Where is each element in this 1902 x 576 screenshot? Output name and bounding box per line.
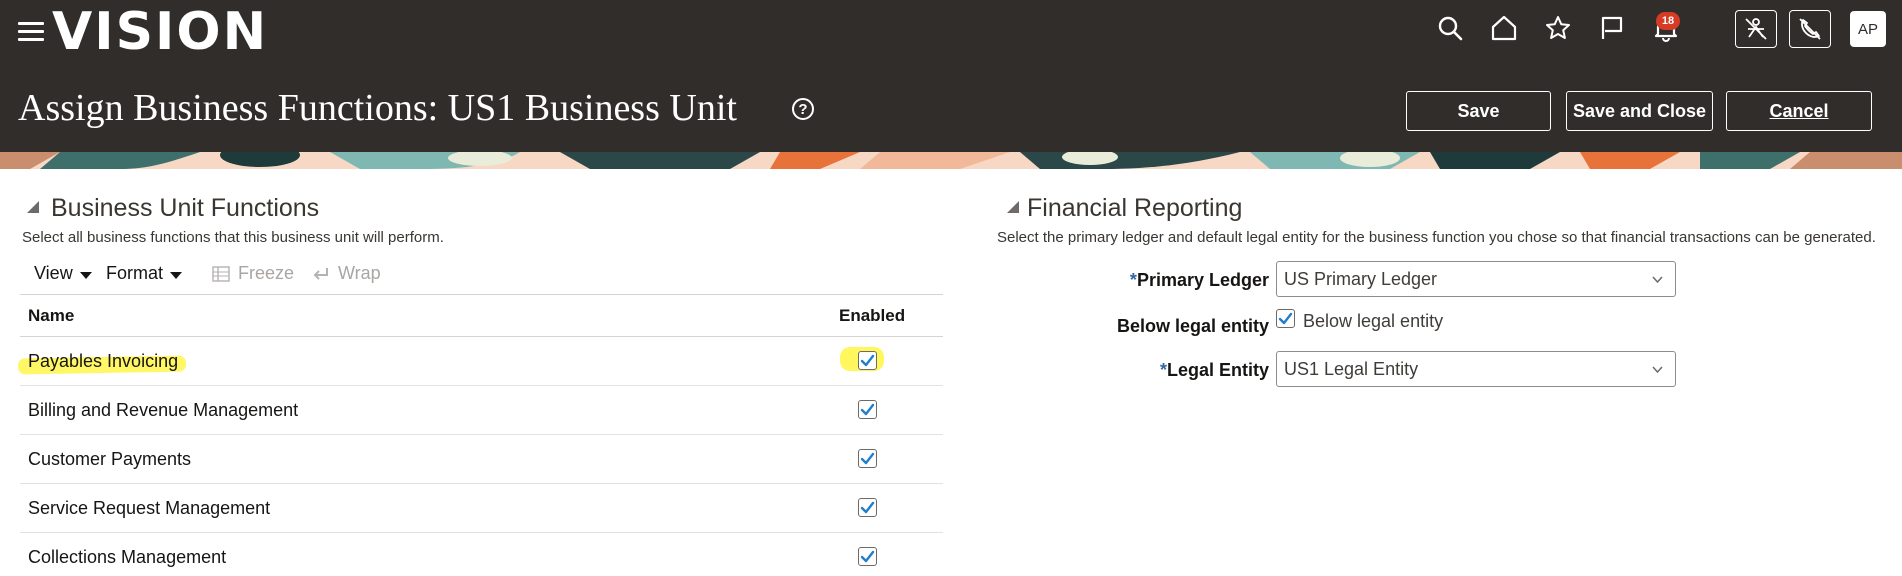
function-name: Service Request Management bbox=[28, 498, 271, 518]
table-row[interactable]: Billing and Revenue Management bbox=[20, 386, 943, 435]
business-unit-functions-title: Business Unit Functions bbox=[51, 194, 320, 222]
wrap-icon bbox=[313, 267, 328, 280]
business-unit-functions-description: Select all business functions that this … bbox=[22, 229, 444, 246]
primary-ledger-label-text: Primary Ledger bbox=[1136, 270, 1269, 290]
primary-ledger-select[interactable]: US Primary Ledger bbox=[1276, 261, 1676, 297]
chevron-down-icon bbox=[1652, 366, 1663, 374]
checkmark-icon bbox=[860, 452, 875, 465]
table-row[interactable]: Customer Payments bbox=[20, 435, 943, 484]
function-name: Customer Payments bbox=[28, 449, 192, 469]
save-and-close-button[interactable]: Save and Close bbox=[1566, 91, 1713, 131]
enabled-checkbox[interactable] bbox=[858, 400, 877, 419]
legal-entity-label: *Legal Entity bbox=[1160, 360, 1269, 381]
financial-reporting-description: Select the primary ledger and default le… bbox=[997, 229, 1876, 246]
cancel-button[interactable]: Cancel bbox=[1726, 91, 1872, 131]
accessibility-icon[interactable] bbox=[1735, 10, 1777, 48]
chevron-down-icon bbox=[170, 271, 183, 279]
view-menu-label: View bbox=[34, 263, 73, 283]
checkmark-icon bbox=[1278, 312, 1293, 325]
table-header: Name Enabled bbox=[20, 294, 943, 337]
voice-off-icon[interactable] bbox=[1789, 10, 1831, 48]
vision-logo[interactable]: VISION bbox=[52, 2, 268, 62]
table-row[interactable]: Collections Management bbox=[20, 533, 943, 576]
format-menu-label: Format bbox=[106, 263, 164, 283]
financial-reporting-title: Financial Reporting bbox=[1027, 194, 1243, 222]
collapse-triangle-icon[interactable] bbox=[26, 200, 40, 214]
chevron-down-icon bbox=[1652, 276, 1663, 284]
enabled-checkbox[interactable] bbox=[858, 498, 877, 517]
required-marker: * bbox=[1129, 270, 1137, 290]
function-name: Billing and Revenue Management bbox=[28, 400, 299, 420]
view-menu[interactable]: View bbox=[34, 263, 92, 284]
column-header-enabled[interactable]: Enabled bbox=[839, 306, 905, 326]
function-name: Payables Invoicing bbox=[28, 351, 179, 371]
required-marker: * bbox=[1159, 360, 1167, 380]
search-icon[interactable] bbox=[1432, 10, 1468, 46]
enabled-checkbox[interactable] bbox=[858, 351, 877, 370]
primary-ledger-label: *Primary Ledger bbox=[1130, 270, 1269, 291]
page-title: Assign Business Functions: US1 Business … bbox=[18, 87, 737, 129]
checkmark-icon bbox=[860, 501, 875, 514]
below-legal-entity-label: Below legal entity bbox=[1116, 316, 1269, 336]
below-legal-entity-checkbox[interactable] bbox=[1276, 309, 1295, 328]
checkmark-icon bbox=[860, 403, 875, 416]
notifications-badge: 18 bbox=[1656, 12, 1680, 30]
home-icon[interactable] bbox=[1486, 10, 1522, 46]
column-header-name[interactable]: Name bbox=[28, 306, 74, 326]
help-icon[interactable]: ? bbox=[792, 98, 814, 120]
freeze-icon bbox=[212, 265, 230, 282]
global-header: VISION 18 AP Assign Business Functions: … bbox=[0, 0, 1902, 152]
favorites-star-icon[interactable] bbox=[1540, 10, 1576, 46]
wrap-label: Wrap bbox=[338, 263, 381, 283]
legal-entity-value: US1 Legal Entity bbox=[1284, 358, 1419, 379]
save-button[interactable]: Save bbox=[1406, 91, 1551, 131]
wrap-button: Wrap bbox=[312, 263, 381, 284]
below-legal-entity-checkbox-label[interactable]: Below legal entity bbox=[1303, 311, 1443, 332]
primary-ledger-value: US Primary Ledger bbox=[1284, 268, 1438, 289]
business-functions-table: Name Enabled Payables Invoicing Billing … bbox=[17, 294, 943, 576]
watchlist-flag-icon[interactable] bbox=[1594, 10, 1630, 46]
collapse-triangle-icon[interactable] bbox=[1006, 200, 1020, 214]
enabled-checkbox[interactable] bbox=[858, 449, 877, 468]
enabled-checkbox[interactable] bbox=[858, 547, 877, 566]
table-row[interactable]: Payables Invoicing bbox=[17, 337, 943, 386]
legal-entity-select[interactable]: US1 Legal Entity bbox=[1276, 351, 1676, 387]
checkmark-icon bbox=[860, 354, 875, 367]
menu-icon[interactable] bbox=[18, 22, 44, 42]
function-name: Collections Management bbox=[28, 547, 227, 567]
legal-entity-label-text: Legal Entity bbox=[1166, 360, 1269, 380]
format-menu[interactable]: Format bbox=[106, 263, 183, 284]
freeze-label: Freeze bbox=[238, 263, 295, 283]
checkmark-icon bbox=[860, 550, 875, 563]
user-avatar[interactable]: AP bbox=[1850, 11, 1886, 47]
freeze-button: Freeze bbox=[212, 263, 294, 284]
table-row[interactable]: Service Request Management bbox=[20, 484, 943, 533]
chevron-down-icon bbox=[79, 271, 92, 279]
decorative-banner bbox=[0, 152, 1902, 169]
